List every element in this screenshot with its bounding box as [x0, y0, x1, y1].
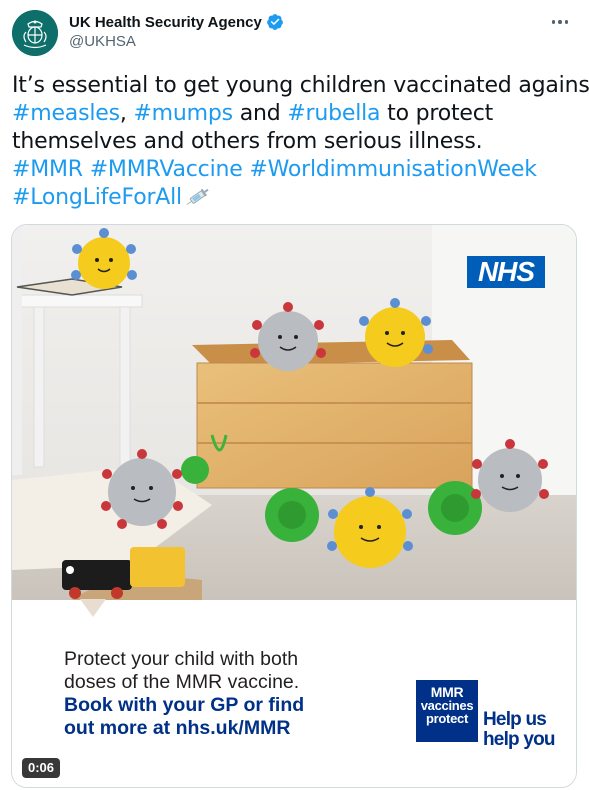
- display-name[interactable]: UK Health Security Agency: [69, 14, 262, 31]
- video-duration: 0:06: [22, 758, 61, 778]
- caption-notch: [80, 599, 106, 617]
- more-horizontal-icon[interactable]: [549, 12, 571, 32]
- hashtag-longlifeforall[interactable]: #LongLifeForAll: [12, 185, 182, 210]
- to-protect-text: to protect: [387, 101, 494, 126]
- tweet-line: #LongLifeForAll: [12, 184, 577, 212]
- video-frame[interactable]: NHS: [12, 225, 576, 600]
- verified-badge-icon: [266, 13, 284, 31]
- hashtag-mmrvaccine[interactable]: #MMRVaccine: [90, 157, 243, 182]
- hashtag-worldimmunisationweek[interactable]: #WorldimmunisationWeek: [249, 157, 537, 182]
- ukhsa-crest-icon[interactable]: [12, 10, 58, 56]
- hashtag-rubella[interactable]: #rubella: [287, 101, 380, 126]
- tweet[interactable]: UK Health Security Agency @UKHSA It’s es…: [0, 0, 589, 790]
- tweet-line: #MMR #MMRVaccine #WorldimmunisationWeek: [12, 156, 577, 184]
- caption-line: doses of the MMR vaccine.: [64, 671, 300, 693]
- tweet-line: #measles, #mumps and #rubella to protect: [12, 100, 577, 128]
- nhs-logo: NHS: [467, 256, 545, 288]
- caption-text: Protect your child with both doses of th…: [64, 648, 304, 740]
- hashtag-mmr[interactable]: #MMR: [12, 157, 83, 182]
- tweet-text: It’s essential to get young children vac…: [12, 72, 589, 212]
- caption-line: Protect your child with both: [64, 648, 299, 670]
- video-media[interactable]: NHS Protect your child with both doses o…: [11, 224, 577, 788]
- caption-line-bold: out more at nhs.uk/MMR: [64, 717, 291, 739]
- tweet-line: themselves and others from serious illne…: [12, 129, 483, 154]
- help-us-help-you: Help us help you: [483, 709, 556, 750]
- handle[interactable]: @UKHSA: [69, 33, 136, 50]
- syringe-icon: [186, 184, 212, 208]
- tweet-line: It’s essential to get young children vac…: [12, 73, 589, 98]
- help-line: Help us: [483, 709, 547, 730]
- hashtag-mumps[interactable]: #mumps: [133, 101, 233, 126]
- help-line: help you: [483, 729, 556, 750]
- mmr-vaccines-protect-badge: MMR vaccines protect: [416, 680, 478, 742]
- hashtag-measles[interactable]: #measles: [12, 101, 120, 126]
- comma: ,: [119, 101, 127, 126]
- caption-line-bold: Book with your GP or find: [64, 694, 305, 716]
- video-caption: Protect your child with both doses of th…: [12, 599, 576, 787]
- and-text: and: [239, 101, 281, 126]
- badge-line: protect: [426, 711, 468, 726]
